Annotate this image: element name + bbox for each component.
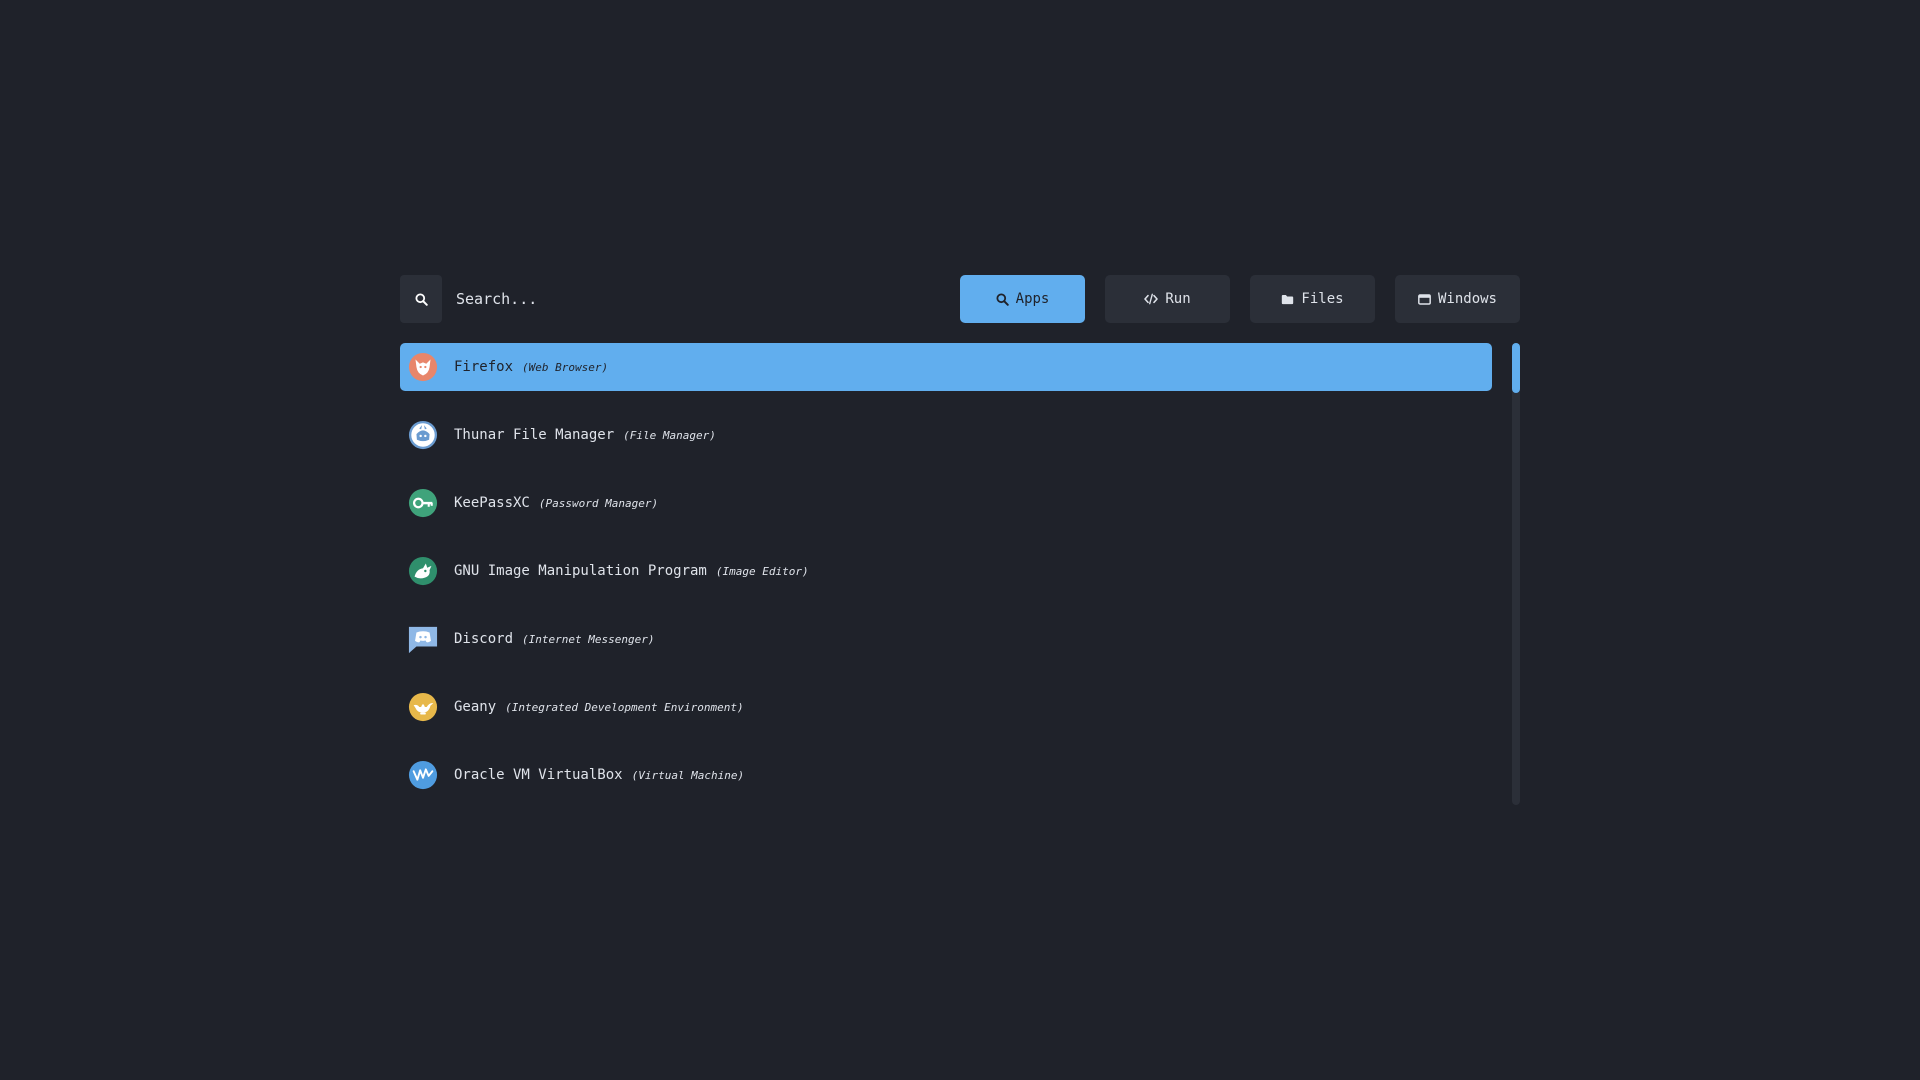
app-description: (Virtual Machine) — [631, 768, 745, 782]
geany-icon — [408, 692, 438, 722]
scrollbar[interactable] — [1512, 343, 1520, 805]
mode-button-files[interactable]: Files — [1250, 275, 1375, 323]
list-item[interactable]: Geany (Integrated Development Environmen… — [400, 683, 1492, 731]
search-button[interactable] — [400, 275, 442, 323]
app-description: (Web Browser) — [522, 360, 609, 374]
keepassxc-icon — [408, 488, 438, 518]
app-description: (Password Manager) — [538, 496, 659, 510]
results-list: Firefox (Web Browser) Thunar File Manage… — [400, 343, 1492, 819]
mode-button-run[interactable]: Run — [1105, 275, 1230, 323]
mode-button-apps[interactable]: Apps — [960, 275, 1085, 323]
scrollbar-thumb[interactable] — [1512, 343, 1520, 393]
launcher-topbar: Apps Run Files Windows — [400, 275, 1520, 323]
app-description: (File Manager) — [623, 428, 716, 442]
app-description: (Internet Messenger) — [522, 632, 655, 646]
folder-icon — [1282, 294, 1294, 304]
list-item[interactable]: GNU Image Manipulation Program (Image Ed… — [400, 547, 1492, 595]
virtualbox-icon — [408, 760, 438, 790]
app-name: Thunar File Manager — [454, 427, 615, 443]
app-launcher: Apps Run Files Windows — [400, 275, 1520, 805]
list-item[interactable]: Discord (Internet Messenger) — [400, 615, 1492, 663]
gimp-icon — [408, 556, 438, 586]
app-description: (Image Editor) — [715, 564, 809, 578]
list-item[interactable]: Thunar File Manager (File Manager) — [400, 411, 1492, 459]
search-icon — [996, 292, 1009, 306]
search-input[interactable] — [450, 275, 930, 323]
app-name: Geany — [454, 699, 497, 715]
mode-label-windows: Windows — [1437, 291, 1497, 307]
app-name: Firefox — [454, 359, 514, 375]
mode-button-windows[interactable]: Windows — [1395, 275, 1520, 323]
thunar-icon — [408, 420, 438, 450]
mode-label-run: Run — [1165, 291, 1191, 307]
app-name: Oracle VM VirtualBox — [454, 767, 623, 783]
code-icon — [1144, 293, 1159, 305]
search-icon — [414, 292, 428, 306]
results-area: Firefox (Web Browser) Thunar File Manage… — [400, 343, 1520, 805]
app-name: GNU Image Manipulation Program — [454, 563, 707, 579]
firefox-icon — [408, 352, 438, 382]
app-description: (Integrated Development Environment) — [505, 700, 744, 714]
mode-label-files: Files — [1301, 291, 1344, 307]
list-item[interactable]: Firefox (Web Browser) — [400, 343, 1492, 391]
app-name: Discord — [454, 631, 514, 647]
window-icon — [1418, 293, 1431, 305]
app-name: KeePassXC — [454, 495, 530, 511]
list-item[interactable]: Oracle VM VirtualBox (Virtual Machine) — [400, 751, 1492, 799]
mode-label-apps: Apps — [1015, 291, 1050, 307]
discord-icon — [408, 626, 438, 654]
list-item[interactable]: KeePassXC (Password Manager) — [400, 479, 1492, 527]
